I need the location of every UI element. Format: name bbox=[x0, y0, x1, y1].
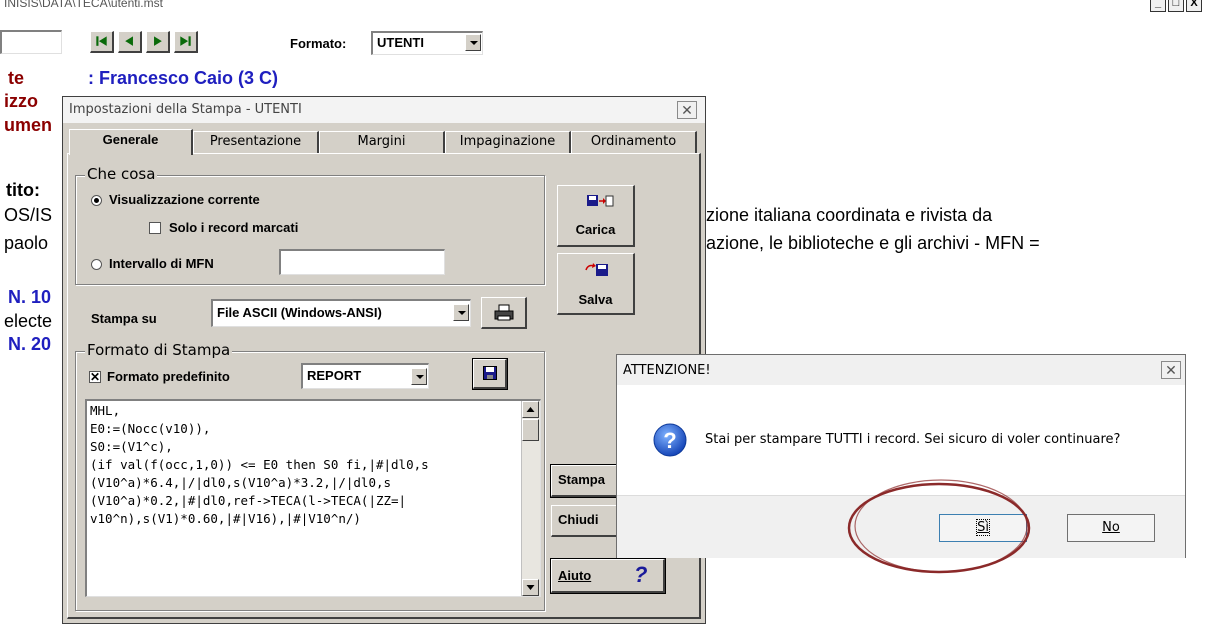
next-record-button[interactable] bbox=[146, 31, 170, 53]
no-button[interactable]: No bbox=[1067, 514, 1155, 542]
last-record-button[interactable] bbox=[174, 31, 198, 53]
format-code-text: MHL, E0:=(Nocc(v10)), S0:=(V1^c), (if va… bbox=[90, 403, 429, 526]
tab-margini[interactable]: Margini bbox=[319, 131, 445, 153]
radio-intervallo-mfn-label: Intervallo di MFN bbox=[109, 256, 214, 271]
mfn-range-input[interactable] bbox=[279, 249, 445, 275]
scroll-thumb[interactable] bbox=[522, 419, 539, 441]
stampa-su-select[interactable]: File ASCII (Windows-ANSI) bbox=[211, 299, 471, 327]
record-label-titolo: tito: bbox=[6, 180, 40, 200]
record-selected: electe bbox=[4, 311, 53, 331]
save-format-button[interactable] bbox=[472, 358, 508, 390]
last-record-icon bbox=[180, 36, 191, 46]
formato-select-value: UTENTI bbox=[377, 35, 424, 50]
printer-icon bbox=[494, 304, 514, 321]
checkbox-solo-marcati[interactable] bbox=[149, 222, 161, 234]
formato-label: Formato: bbox=[290, 36, 347, 51]
attenzione-titlebar: ATTENZIONE! ✕ bbox=[617, 355, 1185, 385]
save-icon bbox=[585, 263, 608, 276]
arrow-down-icon bbox=[526, 585, 535, 590]
scroll-down-button[interactable] bbox=[522, 579, 539, 596]
che-cosa-title: Che cosa bbox=[85, 165, 158, 183]
highlight-circle bbox=[847, 479, 1031, 574]
carica-button[interactable]: Carica bbox=[557, 185, 635, 247]
record-n2: N. 20 bbox=[8, 334, 52, 354]
attenzione-message: Stai per stampare TUTTI i record. Sei si… bbox=[705, 432, 1121, 447]
record-number-input[interactable] bbox=[0, 30, 62, 54]
record-text-line1-right: zione italiana coordinata e rivista da bbox=[706, 205, 993, 225]
print-dialog-titlebar: Impostazioni della Stampa - UTENTI ✕ bbox=[63, 97, 705, 123]
print-dialog-close-button[interactable]: ✕ bbox=[677, 101, 697, 119]
window-title: INISIS\DATA\TECA\utenti.mst bbox=[4, 0, 163, 10]
format-code-editor[interactable]: MHL, E0:=(Nocc(v10)), S0:=(V1^c), (if va… bbox=[85, 399, 541, 597]
print-dialog-title: Impostazioni della Stampa - UTENTI bbox=[69, 102, 302, 117]
radio-visualizzazione-corrente[interactable] bbox=[91, 195, 102, 206]
first-record-button[interactable] bbox=[90, 31, 114, 53]
maximize-button[interactable]: □ bbox=[1168, 0, 1184, 12]
formato-select[interactable]: UTENTI bbox=[371, 31, 483, 55]
checkbox-formato-predefinito-label: Formato predefinito bbox=[107, 369, 230, 384]
no-label: No bbox=[1102, 520, 1120, 535]
print-settings-dialog: Impostazioni della Stampa - UTENTI ✕ Gen… bbox=[62, 96, 706, 624]
aiuto-button[interactable]: Aiuto ? bbox=[550, 558, 666, 594]
tab-impaginazione[interactable]: Impaginazione bbox=[445, 131, 571, 153]
question-icon: ? bbox=[653, 423, 687, 457]
record-value-utente: : Francesco Caio (3 C) bbox=[88, 68, 279, 88]
salva-label: Salva bbox=[578, 292, 613, 307]
record-text-line2-left: paolo bbox=[4, 233, 49, 253]
record-text-line2-right: azione, le biblioteche e gli archivi - M… bbox=[706, 233, 1040, 253]
attenzione-close-button[interactable]: ✕ bbox=[1161, 361, 1181, 379]
salva-button[interactable]: Salva bbox=[557, 253, 635, 315]
chevron-down-icon[interactable] bbox=[453, 304, 469, 321]
printer-setup-button[interactable] bbox=[481, 297, 527, 329]
radio-intervallo-mfn[interactable] bbox=[91, 259, 102, 270]
toolbar: Formato: UTENTI bbox=[0, 26, 1206, 62]
tab-presentazione[interactable]: Presentazione bbox=[193, 131, 319, 153]
scroll-up-button[interactable] bbox=[522, 401, 539, 418]
tab-ordinamento[interactable]: Ordinamento bbox=[571, 131, 697, 153]
checkbox-formato-predefinito[interactable]: ✕ bbox=[89, 371, 101, 383]
first-record-icon bbox=[96, 36, 107, 46]
floppy-icon bbox=[483, 366, 497, 380]
chevron-down-icon[interactable] bbox=[465, 34, 481, 51]
chevron-down-icon[interactable] bbox=[411, 368, 427, 385]
stampa-su-value: File ASCII (Windows-ANSI) bbox=[217, 305, 382, 320]
checkbox-solo-marcati-label: Solo i record marcati bbox=[169, 220, 299, 235]
record-n1: N. 10 bbox=[8, 287, 52, 307]
formato-stampa-value: REPORT bbox=[307, 368, 362, 383]
close-button[interactable]: X bbox=[1186, 0, 1202, 12]
formato-stampa-select[interactable]: REPORT bbox=[301, 363, 429, 389]
tab-generale[interactable]: Generale bbox=[69, 129, 193, 155]
previous-record-icon bbox=[125, 36, 133, 46]
record-label-documento: umen bbox=[4, 115, 53, 135]
stampa-su-label: Stampa su bbox=[91, 311, 157, 326]
window-titlebar: INISIS\DATA\TECA\utenti.mst _ □ X bbox=[0, 0, 1206, 14]
load-icon bbox=[587, 195, 614, 207]
aiuto-label: Aiuto bbox=[558, 568, 592, 583]
svg-text:?: ? bbox=[663, 428, 676, 453]
help-icon: ? bbox=[634, 562, 648, 587]
minimize-button[interactable]: _ bbox=[1150, 0, 1166, 12]
previous-record-button[interactable] bbox=[118, 31, 142, 53]
record-text-line1-left: OS/IS bbox=[4, 205, 53, 225]
formato-stampa-title: Formato di Stampa bbox=[85, 341, 233, 359]
radio-visualizzazione-corrente-label: Visualizzazione corrente bbox=[109, 192, 260, 207]
next-record-icon bbox=[154, 36, 162, 46]
record-label-utente: te bbox=[8, 68, 25, 88]
carica-label: Carica bbox=[575, 222, 616, 237]
arrow-up-icon bbox=[526, 407, 535, 412]
format-code-scrollbar[interactable] bbox=[521, 401, 540, 596]
attenzione-title: ATTENZIONE! bbox=[623, 363, 711, 378]
record-label-indirizzo: izzo bbox=[4, 91, 38, 111]
